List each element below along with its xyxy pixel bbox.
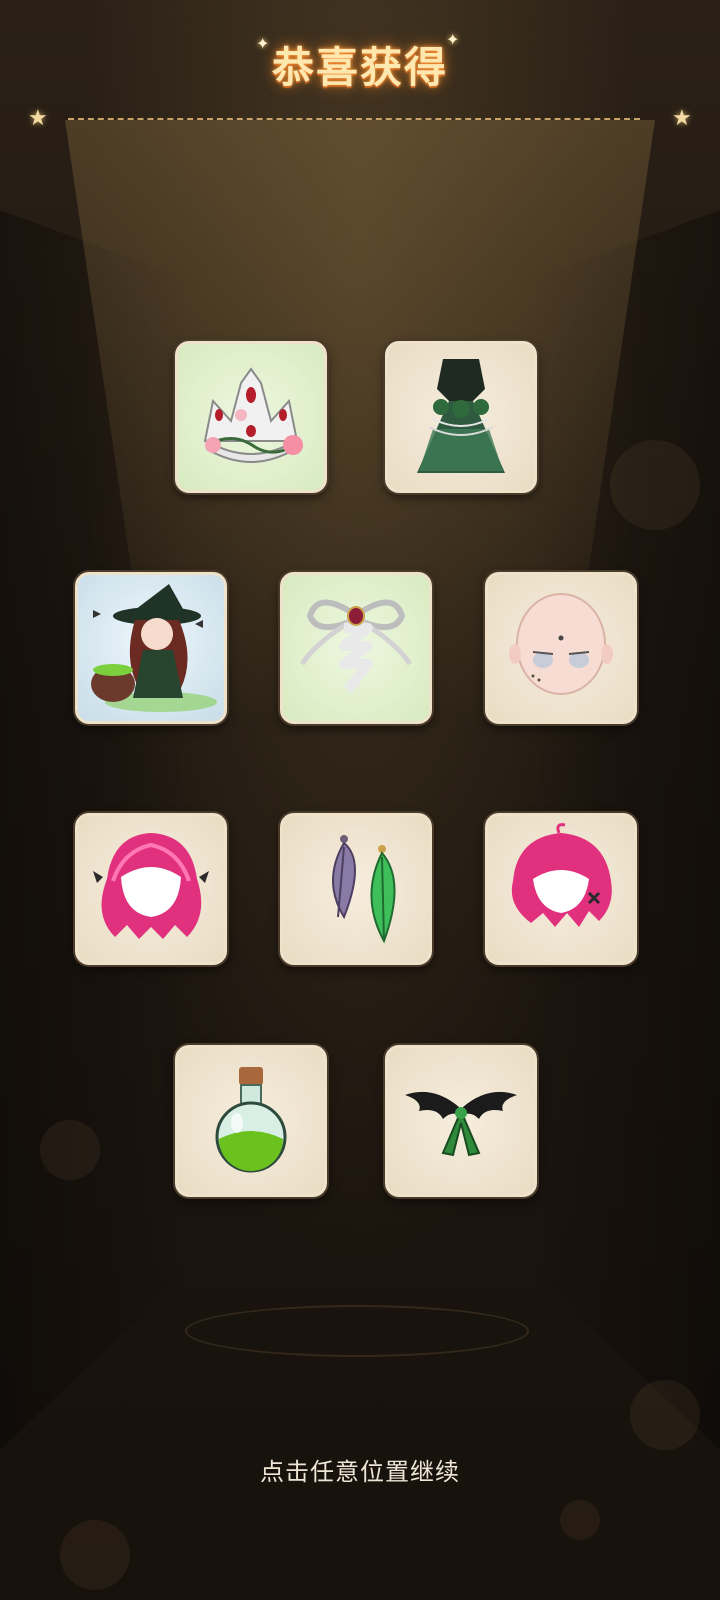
bokeh-light (610, 440, 700, 530)
pink-hair-icon (93, 833, 209, 939)
green-gown-icon (417, 359, 505, 473)
reward-item-ribbon[interactable] (280, 572, 432, 724)
reward-item-gown[interactable] (385, 341, 537, 493)
reward-title: 恭喜获得 (271, 43, 448, 92)
black-wings-ribbon-icon (405, 1091, 517, 1157)
floor-ring (185, 1305, 529, 1357)
bokeh-light (630, 1380, 700, 1450)
star-icon: ★ (28, 106, 48, 131)
reward-item-feathers[interactable] (280, 813, 432, 965)
reward-item-wings[interactable] (385, 1045, 537, 1197)
reward-item-pink-hair[interactable] (75, 813, 227, 965)
crown-icon (203, 367, 303, 463)
potion-bottle-icon (215, 1067, 287, 1173)
feather-earrings-icon (332, 835, 396, 944)
reward-item-crown[interactable] (175, 341, 327, 493)
reward-item-face[interactable] (485, 572, 637, 724)
bokeh-light (60, 1520, 130, 1590)
witch-character-icon (91, 584, 217, 712)
reward-item-short-hair[interactable] (485, 813, 637, 965)
tap-to-continue-hint: 点击任意位置继续 (260, 1458, 460, 1486)
bokeh-light (560, 1500, 600, 1540)
title-divider (68, 118, 640, 120)
face-icon (509, 593, 613, 695)
pink-short-hair-icon (511, 823, 612, 927)
reward-item-potion[interactable] (175, 1045, 327, 1197)
bokeh-light (40, 1120, 100, 1180)
reward-item-witch[interactable] (75, 572, 227, 724)
star-icon: ★ (672, 106, 692, 131)
white-ribbon-bow-icon (299, 599, 413, 694)
